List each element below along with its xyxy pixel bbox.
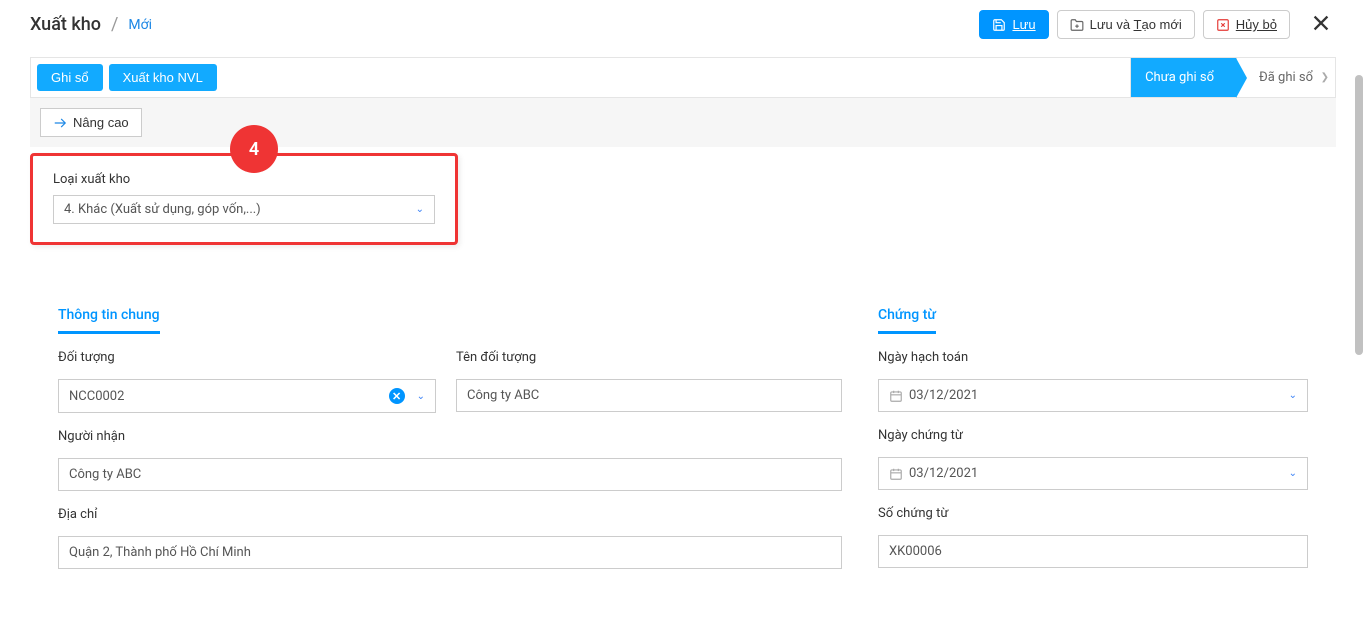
chevron-down-icon[interactable]: ⌄ bbox=[1283, 468, 1297, 479]
nang-cao-button[interactable]: Nâng cao bbox=[40, 108, 142, 137]
chevron-right-icon: ❯ bbox=[1321, 72, 1329, 83]
toolbar-left: Ghi sổ Xuất kho NVL bbox=[31, 58, 223, 97]
page-header: Xuất kho / Mới Lưu Lưu và Tạo mới Hủy bỏ bbox=[0, 0, 1366, 39]
save-button[interactable]: Lưu bbox=[979, 10, 1048, 39]
form-columns: Thông tin chung Đối tượng NCC0002 ✕ ⌄ Tê… bbox=[58, 307, 1308, 585]
loai-xuat-kho-label: Loại xuất kho bbox=[53, 172, 435, 187]
cancel-button[interactable]: Hủy bỏ bbox=[1203, 10, 1290, 39]
ngay-chung-tu-label: Ngày chứng từ bbox=[878, 428, 1308, 443]
page-title: Xuất kho bbox=[30, 14, 101, 35]
group-doi-tuong: Đối tượng NCC0002 ✕ ⌄ bbox=[58, 350, 436, 413]
tabs-right: Chứng từ bbox=[878, 307, 1308, 334]
status-da-ghi-so[interactable]: Đã ghi sổ ❯ bbox=[1236, 58, 1335, 97]
close-icon[interactable] bbox=[1306, 12, 1336, 38]
so-chung-tu-label: Số chứng từ bbox=[878, 506, 1308, 521]
col-chung-tu: Chứng từ Ngày hạch toán 03/12/2021 ⌄ Ngà… bbox=[878, 307, 1308, 585]
nguoi-nhan-label: Người nhận bbox=[58, 429, 842, 444]
scrollbar-thumb[interactable] bbox=[1355, 75, 1363, 355]
doi-tuong-value: NCC0002 bbox=[69, 389, 383, 404]
chevron-down-icon: ⌄ bbox=[416, 204, 424, 215]
group-ten-doi-tuong: Tên đối tượng Công ty ABC bbox=[456, 350, 842, 413]
loai-xuat-kho-value: 4. Khác (Xuất sử dụng, góp vốn,...) bbox=[64, 202, 261, 217]
ten-doi-tuong-input[interactable]: Công ty ABC bbox=[456, 379, 842, 412]
so-chung-tu-value: XK00006 bbox=[889, 544, 1297, 559]
status-steps: Chưa ghi sổ Đã ghi sổ ❯ bbox=[1130, 58, 1335, 97]
share-arrow-icon bbox=[53, 116, 67, 130]
dia-chi-label: Địa chỉ bbox=[58, 507, 842, 522]
dia-chi-input[interactable]: Quận 2, Thành phố Hồ Chí Minh bbox=[58, 536, 842, 569]
ten-doi-tuong-label: Tên đối tượng bbox=[456, 350, 842, 365]
main-card: Thông tin chung Đối tượng NCC0002 ✕ ⌄ Tê… bbox=[30, 277, 1336, 595]
calendar-icon bbox=[889, 467, 903, 481]
group-ngay-hach-toan: Ngày hạch toán 03/12/2021 ⌄ bbox=[878, 350, 1308, 412]
col-general-info: Thông tin chung Đối tượng NCC0002 ✕ ⌄ Tê… bbox=[58, 307, 878, 585]
so-chung-tu-input[interactable]: XK00006 bbox=[878, 535, 1308, 568]
save-and-new-label: Lưu và Tạo mới bbox=[1090, 17, 1182, 32]
chevron-down-icon[interactable]: ⌄ bbox=[411, 391, 425, 402]
save-icon bbox=[992, 18, 1006, 32]
folder-plus-icon bbox=[1070, 18, 1084, 32]
ngay-hach-toan-label: Ngày hạch toán bbox=[878, 350, 1308, 365]
save-and-new-button[interactable]: Lưu và Tạo mới bbox=[1057, 10, 1195, 39]
step-badge-number: 4 bbox=[249, 139, 259, 160]
xuat-kho-nvl-button[interactable]: Xuất kho NVL bbox=[109, 64, 217, 91]
ngay-hach-toan-input[interactable]: 03/12/2021 ⌄ bbox=[878, 379, 1308, 412]
calendar-icon bbox=[889, 389, 903, 403]
row-doi-tuong: Đối tượng NCC0002 ✕ ⌄ Tên đối tượng Công… bbox=[58, 350, 842, 413]
group-dia-chi: Địa chỉ Quận 2, Thành phố Hồ Chí Minh bbox=[58, 507, 842, 569]
header-actions: Lưu Lưu và Tạo mới Hủy bỏ bbox=[979, 10, 1336, 39]
step-badge: 4 bbox=[230, 125, 278, 173]
clear-icon[interactable]: ✕ bbox=[389, 388, 405, 404]
ten-doi-tuong-value: Công ty ABC bbox=[467, 388, 831, 403]
breadcrumb-sep: / bbox=[111, 14, 118, 35]
group-ngay-chung-tu: Ngày chứng từ 03/12/2021 ⌄ bbox=[878, 428, 1308, 490]
tab-thong-tin-chung[interactable]: Thông tin chung bbox=[58, 307, 160, 334]
cancel-box-icon bbox=[1216, 18, 1230, 32]
doi-tuong-label: Đối tượng bbox=[58, 350, 436, 365]
breadcrumb: Xuất kho / Mới bbox=[30, 14, 152, 35]
content-area: Ghi sổ Xuất kho NVL Chưa ghi sổ Đã ghi s… bbox=[0, 57, 1366, 617]
group-nguoi-nhan: Người nhận Công ty ABC bbox=[58, 429, 842, 491]
status-chua-ghi-so[interactable]: Chưa ghi sổ bbox=[1130, 58, 1236, 97]
nguoi-nhan-value: Công ty ABC bbox=[69, 467, 831, 482]
group-so-chung-tu: Số chứng từ XK00006 bbox=[878, 506, 1308, 568]
ngay-chung-tu-value: 03/12/2021 bbox=[909, 466, 1277, 481]
cancel-button-label: Hủy bỏ bbox=[1236, 17, 1277, 32]
dia-chi-value: Quận 2, Thành phố Hồ Chí Minh bbox=[69, 545, 831, 560]
status-da-ghi-so-label: Đã ghi sổ bbox=[1259, 70, 1313, 85]
tab-chung-tu[interactable]: Chứng từ bbox=[878, 307, 936, 334]
chevron-down-icon[interactable]: ⌄ bbox=[1283, 390, 1297, 401]
toolbar-row: Ghi sổ Xuất kho NVL Chưa ghi sổ Đã ghi s… bbox=[30, 57, 1336, 98]
nang-cao-label: Nâng cao bbox=[73, 115, 129, 130]
doi-tuong-input[interactable]: NCC0002 ✕ ⌄ bbox=[58, 379, 436, 413]
tabs-left: Thông tin chung bbox=[58, 307, 842, 334]
loai-xuat-kho-select[interactable]: 4. Khác (Xuất sử dụng, góp vốn,...) ⌄ bbox=[53, 195, 435, 224]
status-chua-ghi-so-label: Chưa ghi sổ bbox=[1145, 70, 1214, 85]
save-button-label: Lưu bbox=[1012, 17, 1035, 32]
page-subtitle[interactable]: Mới bbox=[128, 17, 152, 33]
advanced-row: Nâng cao bbox=[30, 98, 1336, 147]
ghi-so-button[interactable]: Ghi sổ bbox=[37, 64, 103, 91]
ngay-hach-toan-value: 03/12/2021 bbox=[909, 388, 1277, 403]
nguoi-nhan-input[interactable]: Công ty ABC bbox=[58, 458, 842, 491]
ngay-chung-tu-input[interactable]: 03/12/2021 ⌄ bbox=[878, 457, 1308, 490]
